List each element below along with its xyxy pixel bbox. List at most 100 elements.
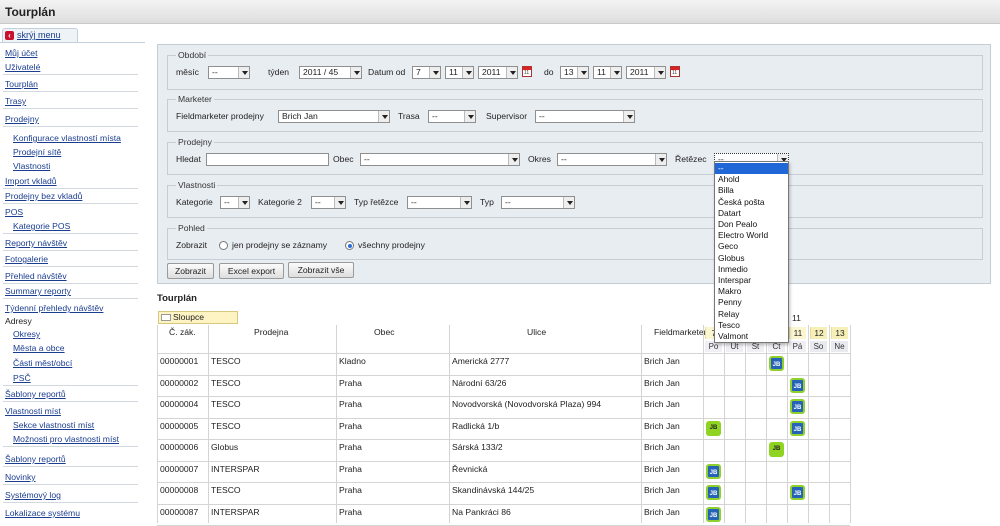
chain-type-select[interactable]: -- [407,196,472,209]
sidebar-divider [3,233,138,234]
show-button[interactable]: Zobrazit [167,263,214,279]
visit-badge[interactable]: JB [769,356,784,371]
columns-button-label: Sloupce [173,312,205,322]
table-cell-fm: Brich Jan [644,463,680,474]
search-input[interactable] [206,153,329,166]
chain-option[interactable]: Billa [715,185,788,196]
sidebar-item[interactable]: Přehled návštěv [5,271,67,282]
row-divider [157,374,850,376]
date-from-year-select[interactable]: 2011 [478,66,518,79]
municipality-select[interactable]: -- [360,153,520,166]
category-select[interactable]: -- [220,196,250,209]
type-select[interactable]: -- [501,196,575,209]
sidebar-item[interactable]: Lokalizace systému [5,508,80,519]
chevron-down-icon [462,67,473,78]
only-with-records-radio[interactable] [219,241,228,250]
sidebar-item[interactable]: Prodejní sítě [13,147,61,158]
chain-option[interactable]: Globus [715,253,788,264]
row-divider [157,460,850,462]
sidebar-item[interactable]: Města a obce [13,343,65,354]
visit-badge[interactable]: JB [790,420,805,436]
excel-export-button[interactable]: Excel export [219,263,284,279]
sidebar-item[interactable]: POS [5,207,23,218]
chain-label: Řetězec [675,154,707,164]
district-select[interactable]: -- [557,153,667,166]
visit-badge[interactable]: JB [790,485,805,500]
chevron-down-icon [577,67,588,78]
calendar-icon[interactable] [670,66,680,77]
table-cell-cislo: 00000008 [160,485,199,495]
calendar-icon[interactable] [522,66,532,77]
fieldmarketer-select[interactable]: Brich Jan [278,110,390,123]
visit-badge[interactable]: JB [769,442,784,457]
sidebar-item[interactable]: Možnosti pro vlastnosti míst [13,434,119,445]
show-all-button[interactable]: Zobrazit vše [288,262,354,278]
chain-option[interactable]: Valmont [715,331,788,342]
date-from-month-select[interactable]: 11 [445,66,474,79]
chain-option[interactable]: Inmedio [715,264,788,275]
sidebar-item[interactable]: Šablony reportů [5,454,66,465]
visit-badge[interactable]: JB [790,399,805,414]
chain-option[interactable]: Makro [715,286,788,297]
category-label: Kategorie [176,197,213,207]
sidebar-item[interactable]: Prodejny bez vkladů [5,191,82,202]
date-to-month-select[interactable]: 11 [593,66,622,79]
row-divider [157,417,850,419]
chain-option[interactable]: Don Pealo [715,219,788,230]
day-of-week: Ne [831,341,848,352]
visit-badge[interactable]: JB [706,506,721,522]
chain-option[interactable]: Electro World [715,230,788,241]
chain-option[interactable]: -- [715,163,788,174]
chain-option[interactable]: Interspar [715,275,788,286]
sidebar-item[interactable]: Tourplán [5,79,38,90]
date-from-day-select[interactable]: 7 [412,66,441,79]
columns-button[interactable]: Sloupce [158,311,238,324]
sidebar-item[interactable]: Můj účet [5,48,37,59]
chain-option[interactable]: Geco [715,241,788,252]
date-to-day-select[interactable]: 13 [560,66,589,79]
sidebar-item[interactable]: Reporty návštěv [5,238,67,249]
week-select[interactable]: 2011 / 45 [299,66,362,79]
chain-option[interactable]: Penny [715,297,788,308]
month-select[interactable]: -- [208,66,250,79]
sidebar-item[interactable]: Fotogalerie [5,254,48,265]
chevron-down-icon [460,197,471,208]
sidebar-item[interactable]: Novinky [5,472,36,483]
chain-option[interactable]: Česká pošta [715,197,788,208]
sidebar-item[interactable]: Týdenní přehledy návštěv [5,303,103,314]
sidebar-item[interactable]: Sekce vlastností míst [13,420,94,431]
route-select[interactable]: -- [428,110,476,123]
chain-option[interactable]: Tesco [715,320,788,331]
visit-badge[interactable]: JB [706,420,721,436]
sidebar-item[interactable]: Vlastnosti [13,161,50,172]
visit-badge[interactable]: JB [790,377,805,393]
sidebar-item[interactable]: Systémový log [5,490,61,501]
columns-icon [161,314,171,321]
sidebar-divider [3,126,138,127]
sidebar-item[interactable]: Konfigurace vlastností místa [13,133,121,144]
chain-option[interactable]: Ahold [715,174,788,185]
tourplan-section-title: Tourplán [157,293,197,304]
sidebar-item[interactable]: Šablony reportů [5,389,66,400]
visit-badge[interactable]: JB [706,485,721,500]
sidebar-item[interactable]: PSČ [13,373,31,384]
sidebar-item[interactable]: Trasy [5,96,26,107]
sidebar-item[interactable]: Summary reporty [5,286,71,297]
sidebar-item[interactable]: Části měst/obcí [13,358,72,369]
date-to-year-select[interactable]: 2011 [626,66,666,79]
chain-option[interactable]: Datart [715,208,788,219]
supervisor-select[interactable]: -- [535,110,635,123]
filter-panel: Období měsíc -- týden 2011 / 45 Datum od… [157,44,991,284]
sidebar-item[interactable]: Prodejny [5,114,39,125]
sidebar-item[interactable]: Vlastnosti míst [5,406,61,417]
sidebar-item[interactable]: Import vkladů [5,176,57,187]
sidebar-item[interactable]: Uživatelé [5,62,40,73]
chain-option[interactable]: Relay [715,309,788,320]
sidebar-item[interactable]: Okresy [13,329,40,340]
visit-badge[interactable]: JB [706,463,721,479]
hide-menu-button[interactable]: ‹ skrýj menu [2,28,78,42]
sidebar-item[interactable]: Kategorie POS [13,221,70,232]
category2-select[interactable]: -- [311,196,346,209]
sidebar-nav: Můj účet Uživatelé Tourplán Trasy Prodejny Ko… [0,42,145,523]
all-stores-radio[interactable] [345,241,354,250]
